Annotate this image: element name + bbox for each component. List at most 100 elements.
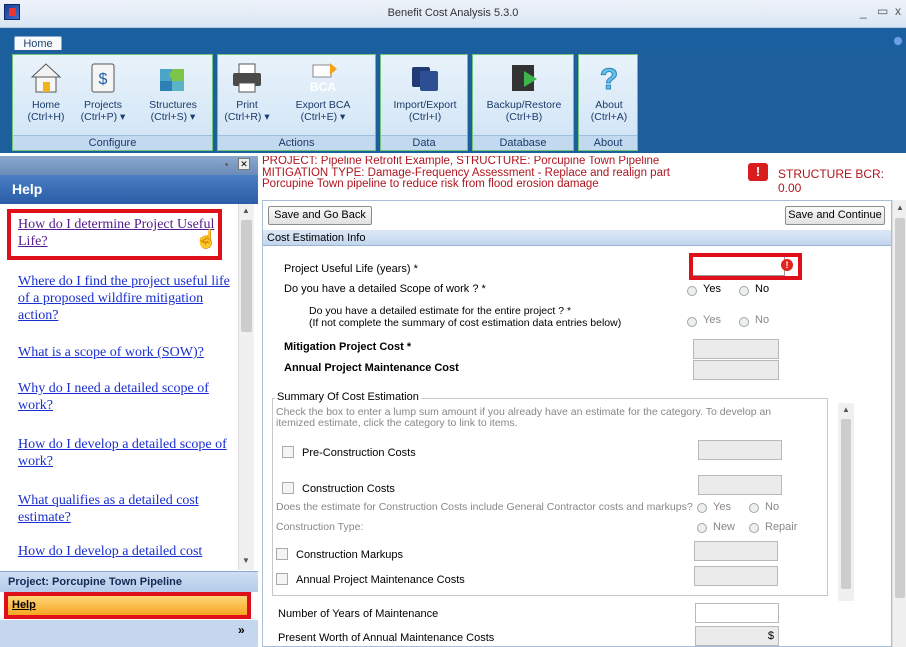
estimate-no-label: No [755,314,770,326]
mitigation-cost-field[interactable] [693,339,779,359]
construction-markups-checkbox[interactable] [276,548,288,560]
close-panel-icon[interactable]: ✕ [238,158,250,170]
import-export-icon [408,61,442,95]
group-label-configure: Configure [13,135,212,150]
scroll-up-icon[interactable]: ▲ [242,206,250,215]
construction-field[interactable] [698,475,782,495]
help-link[interactable]: What qualifies as a detailed cost estima… [18,492,232,526]
scope-yes-label: Yes [703,283,721,295]
ribbon-group-about: ? About (Ctrl+A) About [578,54,638,151]
help-panel-header: ◔ ✕ [0,156,258,175]
scope-yes-radio[interactable] [687,286,697,296]
form-scrollbar[interactable]: ▲ [892,200,906,647]
mitigation-cost-label: Mitigation Project Cost * [284,341,412,353]
summary-instructions: Check the box to enter a lump sum amount… [276,406,772,429]
minimize-icon[interactable]: _ [860,5,867,19]
projects-button[interactable]: $ Projects (Ctrl+P) ▾ [75,57,131,123]
structures-button-label: Structures [149,99,197,111]
group-label-about: About [579,135,637,150]
tab-home[interactable]: Home [14,36,62,51]
annual-cost-field[interactable] [693,360,779,380]
annual-maintenance-link[interactable]: Annual Project Maintenance Costs [296,574,465,586]
backup-restore-icon [507,61,541,95]
chevron-down-icon[interactable]: » [238,623,245,637]
home-button[interactable]: Home (Ctrl+H) [21,57,71,123]
backup-restore-button[interactable]: Backup/Restore (Ctrl+B) [477,57,571,123]
svg-text:$: $ [99,71,108,88]
pre-construction-field[interactable] [698,440,782,460]
scroll-up-icon[interactable]: ▲ [842,405,850,414]
house-icon [29,61,63,95]
estimate-yes-label: Yes [703,314,721,326]
highlight-box [7,209,222,260]
estimate-yes-radio[interactable] [687,317,697,327]
help-link[interactable]: How do I develop a detailed cost [18,543,232,560]
hand-cursor-icon: ☝ [195,229,218,249]
scroll-thumb[interactable] [895,218,905,598]
construction-markups-field[interactable] [694,541,778,561]
about-button-shortcut: (Ctrl+A) [590,111,628,123]
export-bca-button-label: Export BCA [295,99,351,111]
scroll-thumb[interactable] [241,220,252,332]
structures-button[interactable]: Structures (Ctrl+S) ▾ [141,57,205,123]
annual-maintenance-checkbox[interactable] [276,573,288,585]
backup-restore-button-label: Backup/Restore [486,99,562,111]
group-label-actions: Actions [218,135,375,150]
help-link[interactable]: What is a scope of work (SOW)? [18,344,232,361]
export-bca-button[interactable]: BCA Export BCA (Ctrl+E) ▾ [284,57,362,123]
ribbon-group-database: Backup/Restore (Ctrl+B) Database [472,54,574,151]
help-icon[interactable] [893,36,903,46]
scope-no-radio[interactable] [739,286,749,296]
export-bca-icon: BCA [306,61,340,95]
pre-construction-checkbox[interactable] [282,446,294,458]
section-title: Cost Estimation Info [263,230,891,246]
structures-button-shortcut: (Ctrl+S) ▾ [150,111,196,123]
gc-no-label: No [765,501,780,513]
save-and-continue-button[interactable]: Save and Continue [785,206,885,225]
pre-construction-link[interactable]: Pre-Construction Costs [302,447,416,459]
structure-bcr: STRUCTURE BCR: 0.00 [778,167,885,195]
restore-icon[interactable]: ▭ [877,4,888,18]
help-link[interactable]: Why do I need a detailed scope of work? [18,380,232,414]
repair-radio[interactable] [749,523,759,533]
about-button[interactable]: ? About (Ctrl+A) [583,57,635,124]
useful-life-label: Project Useful Life (years) * [284,263,418,275]
years-maintenance-field[interactable] [695,603,779,623]
scroll-down-icon[interactable]: ▼ [242,556,250,565]
scope-no-label: No [755,283,770,295]
print-button[interactable]: Print (Ctrl+R) ▾ [222,57,272,123]
annual-maintenance-field[interactable] [694,566,778,586]
present-worth-field[interactable]: $ [695,626,779,646]
close-icon[interactable]: x [895,4,901,18]
help-link[interactable]: How do I develop a detailed scope of wor… [18,436,232,470]
import-export-button[interactable]: Import/Export (Ctrl+I) [385,57,465,123]
construction-link[interactable]: Construction Costs [302,483,395,495]
pin-icon[interactable]: ◔ [222,158,229,172]
printer-icon [230,61,264,95]
warning-icon: ! [748,163,768,181]
gc-no-radio[interactable] [749,503,759,513]
home-button-label: Home [31,99,60,111]
estimate-question: Do you have a detailed estimate for the … [309,305,572,317]
construction-markups-link[interactable]: Construction Markups [296,549,403,561]
export-bca-button-shortcut: (Ctrl+E) ▾ [300,111,346,123]
scroll-up-icon[interactable]: ▲ [896,203,904,212]
summary-scrollbar[interactable]: ▲ [838,403,854,601]
help-link[interactable]: Where do I find the project useful life … [18,273,232,324]
error-icon: ! [781,259,793,271]
estimate-no-radio[interactable] [739,317,749,327]
project-line: PROJECT: Pipeline Retrofit Example, STRU… [262,156,660,167]
help-scrollbar[interactable]: ▲ ▼ [238,204,254,570]
construction-checkbox[interactable] [282,482,294,494]
ribbon-group-configure: Home (Ctrl+H) $ Projects (Ctrl+P) ▾ Stru… [12,54,213,151]
scroll-thumb[interactable] [841,419,851,589]
nav-footer: » [0,620,258,647]
puzzle-icon [156,61,190,95]
new-radio[interactable] [697,523,707,533]
estimate-note: (If not complete the summary of cost est… [309,317,622,329]
scope-question: Do you have a detailed Scope of work ? * [284,283,486,295]
ribbon-tab-strip [0,28,906,50]
gc-yes-radio[interactable] [697,503,707,513]
save-and-go-back-button[interactable]: Save and Go Back [268,206,372,225]
nav-project[interactable]: Project: Porcupine Town Pipeline [0,571,258,592]
